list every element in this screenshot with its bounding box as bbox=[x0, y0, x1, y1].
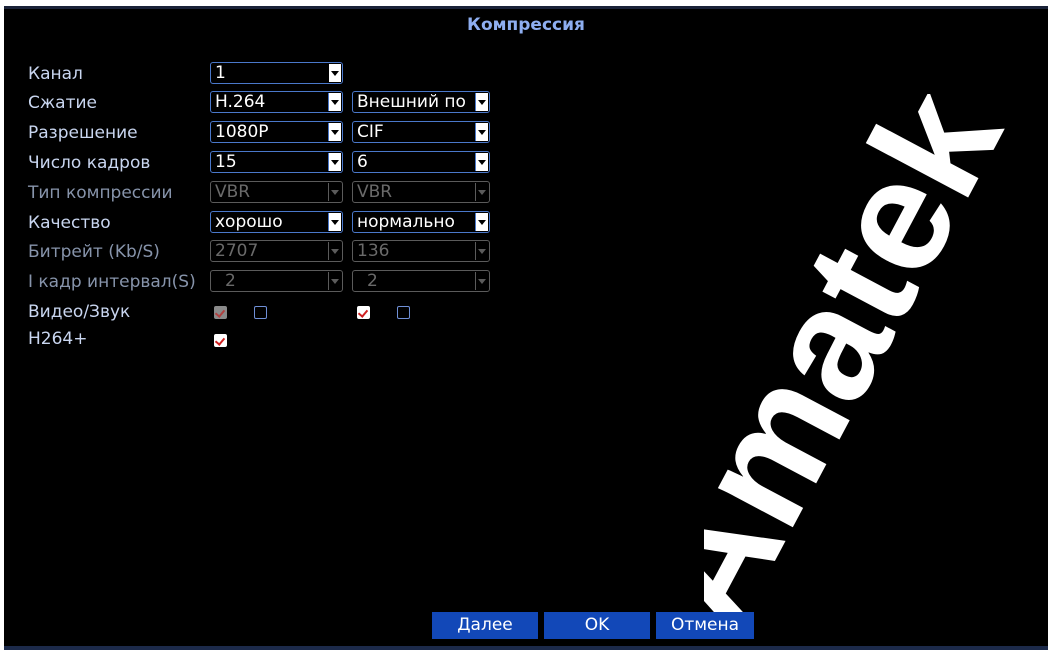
compression-dialog: Компрессия Канал Сжатие Разрешение Число… bbox=[4, 6, 1048, 650]
main-quality-value: хорошо bbox=[215, 212, 283, 232]
chevron-down-icon bbox=[328, 153, 341, 171]
channel-select[interactable]: 1 bbox=[210, 62, 343, 84]
chevron-down-icon bbox=[475, 93, 488, 111]
main-bitrate-select: 2707 bbox=[210, 240, 343, 262]
extra-iframe-interval-value: 2 bbox=[367, 271, 378, 291]
amatek-watermark-logo: Amatek bbox=[704, 94, 1034, 650]
chevron-down-icon bbox=[329, 64, 341, 82]
chevron-down-icon bbox=[328, 183, 341, 201]
chevron-down-icon bbox=[328, 123, 341, 141]
extra-framerate-value: 6 bbox=[357, 152, 368, 172]
iframe-interval-label: I кадр интервал(S) bbox=[28, 272, 196, 292]
resolution-label: Разрешение bbox=[28, 123, 138, 143]
chevron-down-icon bbox=[328, 93, 341, 111]
bitrate-type-label: Тип компрессии bbox=[28, 183, 173, 203]
main-resolution-select[interactable]: 1080P bbox=[210, 121, 343, 143]
chevron-down-icon bbox=[475, 183, 488, 201]
chevron-down-icon bbox=[475, 272, 488, 290]
chevron-down-icon bbox=[475, 153, 488, 171]
h264plus-label: H264+ bbox=[28, 329, 88, 349]
main-iframe-interval-select: 2 bbox=[210, 270, 343, 292]
channel-label: Канал bbox=[28, 64, 83, 84]
extra-bitrate-select: 136 bbox=[352, 240, 490, 262]
main-audio-checkbox[interactable] bbox=[254, 306, 267, 319]
main-iframe-interval-value: 2 bbox=[225, 271, 236, 291]
quality-label: Качество bbox=[28, 213, 111, 233]
main-compression-select[interactable]: H.264 bbox=[210, 91, 343, 113]
bitrate-label: Битрейт (Kb/S) bbox=[28, 242, 160, 262]
chevron-down-icon bbox=[328, 213, 341, 231]
main-bitrate-type-select: VBR bbox=[210, 181, 343, 203]
chevron-down-icon bbox=[475, 213, 488, 231]
main-video-checkbox bbox=[214, 306, 227, 319]
extra-stream-value: Внешний по bbox=[357, 92, 466, 112]
main-quality-select[interactable]: хорошо bbox=[210, 211, 343, 233]
chevron-down-icon bbox=[328, 242, 341, 260]
main-bitrate-value: 2707 bbox=[215, 241, 259, 261]
extra-video-checkbox[interactable] bbox=[357, 306, 370, 319]
video-audio-label: Видео/Звук bbox=[28, 302, 131, 322]
next-button[interactable]: Далее bbox=[432, 612, 538, 639]
extra-resolution-select[interactable]: CIF bbox=[352, 121, 490, 143]
watermark-text: Amatek bbox=[704, 94, 1034, 650]
channel-value: 1 bbox=[215, 63, 226, 83]
extra-audio-checkbox[interactable] bbox=[397, 306, 410, 319]
compression-label: Сжатие bbox=[28, 93, 98, 113]
extra-resolution-value: CIF bbox=[357, 122, 384, 142]
extra-bitrate-type-value: VBR bbox=[357, 182, 393, 202]
cancel-button[interactable]: Отмена bbox=[656, 612, 754, 639]
ok-button[interactable]: OK bbox=[544, 612, 650, 639]
extra-quality-value: нормально bbox=[357, 212, 455, 232]
main-framerate-select[interactable]: 15 bbox=[210, 151, 343, 173]
extra-stream-select[interactable]: Внешний по bbox=[352, 91, 490, 113]
extra-framerate-select[interactable]: 6 bbox=[352, 151, 490, 173]
main-resolution-value: 1080P bbox=[215, 122, 269, 142]
extra-iframe-interval-select: 2 bbox=[352, 270, 490, 292]
chevron-down-icon bbox=[475, 242, 488, 260]
dialog-title: Компрессия bbox=[467, 15, 585, 35]
h264plus-checkbox[interactable] bbox=[214, 334, 227, 347]
extra-bitrate-type-select: VBR bbox=[352, 181, 490, 203]
extra-bitrate-value: 136 bbox=[357, 241, 390, 261]
chevron-down-icon bbox=[328, 272, 341, 290]
framerate-label: Число кадров bbox=[28, 153, 151, 173]
main-bitrate-type-value: VBR bbox=[215, 182, 251, 202]
main-compression-value: H.264 bbox=[215, 92, 266, 112]
chevron-down-icon bbox=[475, 123, 488, 141]
main-framerate-value: 15 bbox=[215, 152, 237, 172]
extra-quality-select[interactable]: нормально bbox=[352, 211, 490, 233]
